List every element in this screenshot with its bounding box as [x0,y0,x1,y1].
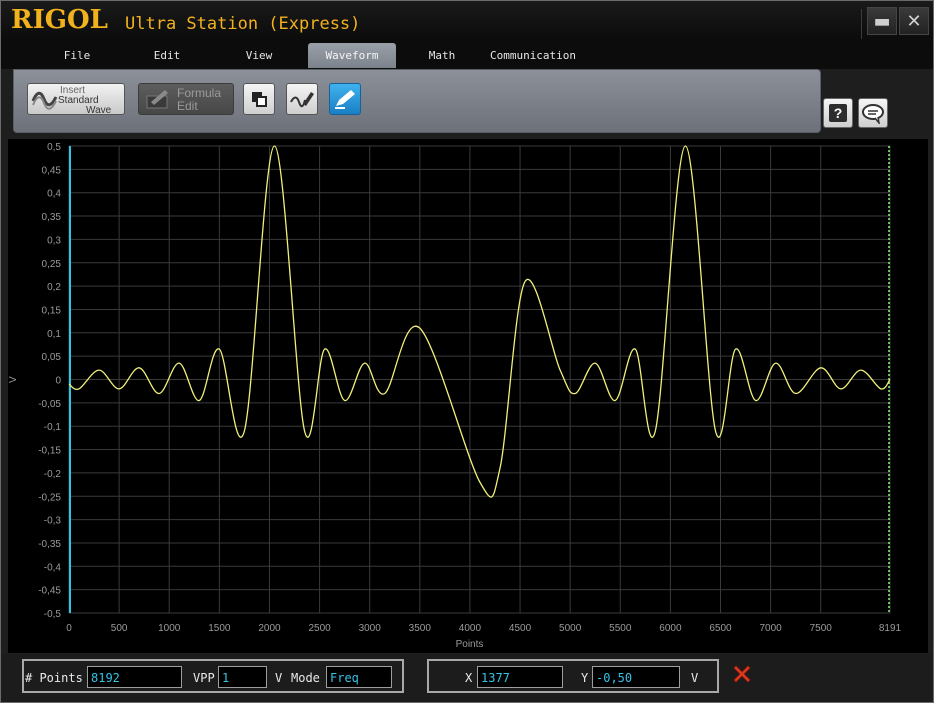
y-tick-label: 0,2 [47,282,61,293]
x-tick-label: 3500 [409,623,432,634]
x-tick-label: 0 [66,623,72,634]
insert-label-line3: Wave [86,105,112,116]
y-readout-field[interactable]: -0,50 [592,666,680,688]
insert-standard-wave-button[interactable]: Insert Standard Wave [27,83,125,116]
vpp-unit-label: V [275,671,283,685]
formula-label-line2: Edit [177,99,198,113]
edit-points-button[interactable] [329,83,361,115]
y-readout-label: Y [581,671,589,685]
x-tick-label: 4500 [509,623,532,634]
waveform-ribbon [13,69,821,133]
x-tick-label: 500 [111,623,128,634]
x-tick-label: 1500 [208,623,231,634]
y-tick-label: 0,3 [47,235,61,246]
x-tick-label: 4000 [459,623,482,634]
y-tick-label: -0,45 [38,586,61,597]
y-tick-label: -0,4 [44,562,62,573]
y-tick-label: 0,35 [42,212,62,223]
menu-file[interactable]: File [37,43,117,68]
y-tick-label: 0,25 [42,259,62,270]
formula-edit-button[interactable]: Formula Edit [138,83,234,115]
insert-wave-label: Insert Standard Wave [58,86,111,116]
x-axis-label: Points [456,639,484,650]
y-tick-label: -0,2 [44,469,62,480]
x-tick-label: 2000 [258,623,281,634]
y-tick-label: 0 [55,376,61,387]
x-tick-label: 6500 [709,623,732,634]
y-tick-label: 0,45 [42,165,62,176]
rigol-logo: RIGOL [11,5,108,35]
x-tick-label: 6000 [659,623,682,634]
x-tick-label: 7500 [810,623,833,634]
title-bar: RIGOL Ultra Station (Express) ▬ ✕ [1,1,933,41]
vpp-label: VPP [193,671,215,685]
mode-field[interactable]: Freq [326,666,392,688]
menu-view[interactable]: View [219,43,299,68]
x-readout-label: X [465,671,473,685]
menu-math[interactable]: Math [402,43,482,68]
y-tick-label: -0,1 [44,422,62,433]
vpp-field[interactable]: 1 [218,666,267,688]
waveform-trace[interactable] [68,145,891,498]
waveform-chart-panel[interactable]: 0 500 1000 1500 2000 2500 3000 3500 4000 4500 5000… [8,139,928,653]
draw-wave-button[interactable] [286,83,318,115]
y-tick-label: -0,3 [44,516,62,527]
close-readout-icon[interactable] [730,662,754,686]
mode-label: Mode [291,671,320,685]
svg-text:?: ? [834,105,843,121]
formula-icon [146,90,168,109]
title-divider [861,9,862,39]
help-button[interactable]: ? [823,98,853,128]
menu-edit[interactable]: Edit [127,43,207,68]
menu-waveform[interactable]: Waveform [308,43,396,68]
x-tick-label: 3000 [359,623,382,634]
x-tick-label: 5000 [559,623,582,634]
pencil-icon [335,90,355,109]
x-readout-field[interactable]: 1377 [477,666,563,688]
zoom-select-button[interactable] [243,83,275,115]
close-button[interactable]: ✕ [899,7,929,35]
formula-edit-label: Formula Edit [177,87,221,113]
y-tick-label: -0,15 [38,446,61,457]
app-window: RIGOL Ultra Station (Express) ▬ ✕ File E… [0,0,934,703]
menu-communication[interactable]: Communication [487,43,579,68]
wave-icon [31,91,58,110]
y-tick-label: 0,1 [47,329,61,340]
x-tick-label: 1000 [158,623,181,634]
zoom-region-icon [252,92,267,107]
y-tick-label: -0,35 [38,539,61,550]
minimize-button[interactable]: ▬ [867,7,897,35]
y-tick-label: 0,15 [42,305,62,316]
y-tick-label: -0,05 [38,399,61,410]
app-title: Ultra Station (Express) [125,14,361,34]
y-tick-label: 0,5 [47,142,61,153]
points-field[interactable]: 8192 [87,666,182,688]
points-label: # Points [25,671,83,685]
y-tick-label: -0,25 [38,492,61,503]
x-tick-label: 5500 [609,623,632,634]
x-tick-label: 2500 [308,623,331,634]
y-tick-label: 0,05 [42,352,62,363]
y-tick-label: 0,4 [47,189,61,200]
y-unit-label: V [691,671,699,685]
help-icon: ? [829,104,847,122]
y-axis-label: V [8,376,19,383]
y-tick-label: -0,5 [44,609,62,620]
pen-wave-icon [290,92,314,108]
comment-icon [862,104,884,124]
waveform-chart[interactable]: 0 500 1000 1500 2000 2500 3000 3500 4000 4500 5000… [8,139,928,653]
x-tick-label: 8191 [879,623,902,634]
feedback-button[interactable] [858,98,888,128]
x-tick-label: 7000 [759,623,782,634]
